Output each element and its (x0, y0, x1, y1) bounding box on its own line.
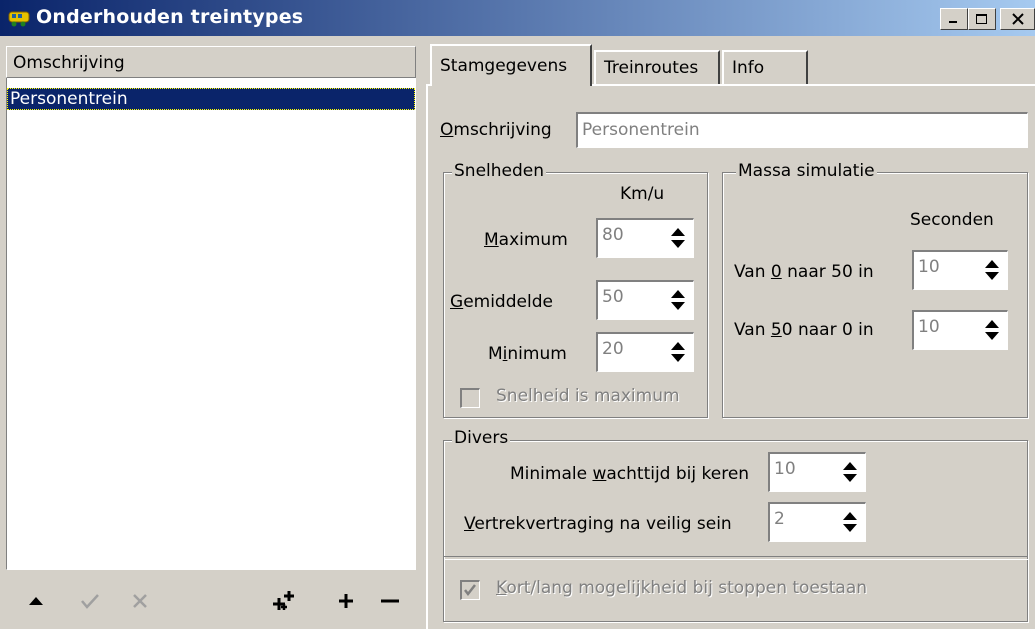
vertrekvertraging-label: Vertrekvertraging na veilig sein (464, 514, 732, 534)
snelheden-title: Snelheden (452, 161, 547, 181)
massa-simulatie-group (722, 172, 1028, 418)
move-up-button[interactable] (16, 578, 56, 624)
minimum-spinner[interactable]: 20 (596, 332, 694, 372)
minimum-label: Minimum (488, 344, 567, 364)
spin-updown-icon[interactable] (980, 316, 1004, 344)
omschrijving-label: Omschrijving (440, 120, 552, 140)
list-toolbar (6, 578, 416, 624)
close-button[interactable] (1000, 8, 1035, 30)
spin-updown-icon[interactable] (838, 508, 862, 536)
plus-icon (339, 594, 353, 608)
gemiddelde-spinner[interactable]: 50 (596, 280, 694, 320)
triangle-up-icon (29, 597, 43, 605)
vertrekvertraging-spinner[interactable]: 2 (768, 502, 866, 542)
minimize-icon (949, 21, 957, 23)
massa-unit: Seconden (910, 210, 994, 230)
list-header-label: Omschrijving (13, 53, 125, 73)
maximize-icon (976, 14, 987, 24)
van-0-naar-50-label: Van 0 naar 50 in (734, 262, 874, 282)
spin-updown-icon[interactable] (666, 286, 690, 314)
spin-updown-icon[interactable] (838, 458, 862, 486)
window-title: Onderhouden treintypes (36, 6, 304, 28)
list-column-header[interactable]: Omschrijving (6, 46, 416, 78)
checkmark-icon (464, 584, 476, 597)
cross-icon (133, 594, 147, 608)
snelheden-unit: Km/u (620, 184, 665, 204)
add-button[interactable] (326, 578, 366, 624)
minimize-button[interactable] (940, 8, 968, 30)
cancel-button[interactable] (120, 578, 160, 624)
tab-label: Stamgegevens (440, 56, 568, 76)
maximize-button[interactable] (968, 8, 996, 30)
train-app-icon (8, 11, 30, 27)
van-0-naar-50-spinner[interactable]: 10 (912, 250, 1008, 290)
spin-updown-icon[interactable] (980, 256, 1004, 284)
spin-updown-icon[interactable] (666, 224, 690, 252)
minus-icon (381, 599, 399, 603)
list-item[interactable]: Personentrein (7, 88, 415, 110)
gemiddelde-label: Gemiddelde (450, 292, 553, 312)
tab-treinroutes[interactable]: Treinroutes (594, 50, 720, 84)
wachttijd-label: Minimale wachttijd bij keren (510, 464, 750, 484)
maximum-label: Maximum (484, 230, 568, 250)
snelheid-is-maximum-checkbox[interactable] (460, 388, 480, 408)
multi-plus-icon (273, 591, 294, 610)
checkmark-icon (81, 594, 99, 609)
wachttijd-spinner[interactable]: 10 (768, 452, 866, 492)
tab-label: Treinroutes (604, 58, 699, 78)
confirm-button[interactable] (70, 578, 110, 624)
tab-label: Info (732, 58, 765, 78)
divers-title: Divers (452, 428, 511, 448)
tab-stamgegevens[interactable]: Stamgegevens (430, 44, 592, 86)
maximum-spinner[interactable]: 80 (596, 218, 694, 258)
spin-updown-icon[interactable] (666, 338, 690, 366)
omschrijving-field[interactable]: Personentrein (576, 112, 1028, 148)
divers-separator (444, 556, 1028, 560)
treintype-list[interactable]: Personentrein (6, 78, 416, 570)
kort-lang-label: Kort/lang mogelijkheid bij stoppen toest… (496, 578, 868, 598)
massa-simulatie-title: Massa simulatie (736, 161, 877, 181)
snelheid-is-maximum-label: Snelheid is maximum (496, 386, 680, 406)
add-multiple-button[interactable] (264, 578, 304, 624)
van-50-naar-0-spinner[interactable]: 10 (912, 310, 1008, 350)
close-icon (1011, 13, 1024, 25)
kort-lang-checkbox[interactable] (460, 580, 480, 600)
remove-button[interactable] (370, 578, 410, 624)
tab-info[interactable]: Info (722, 50, 808, 84)
van-50-naar-0-label: Van 50 naar 0 in (734, 320, 874, 340)
